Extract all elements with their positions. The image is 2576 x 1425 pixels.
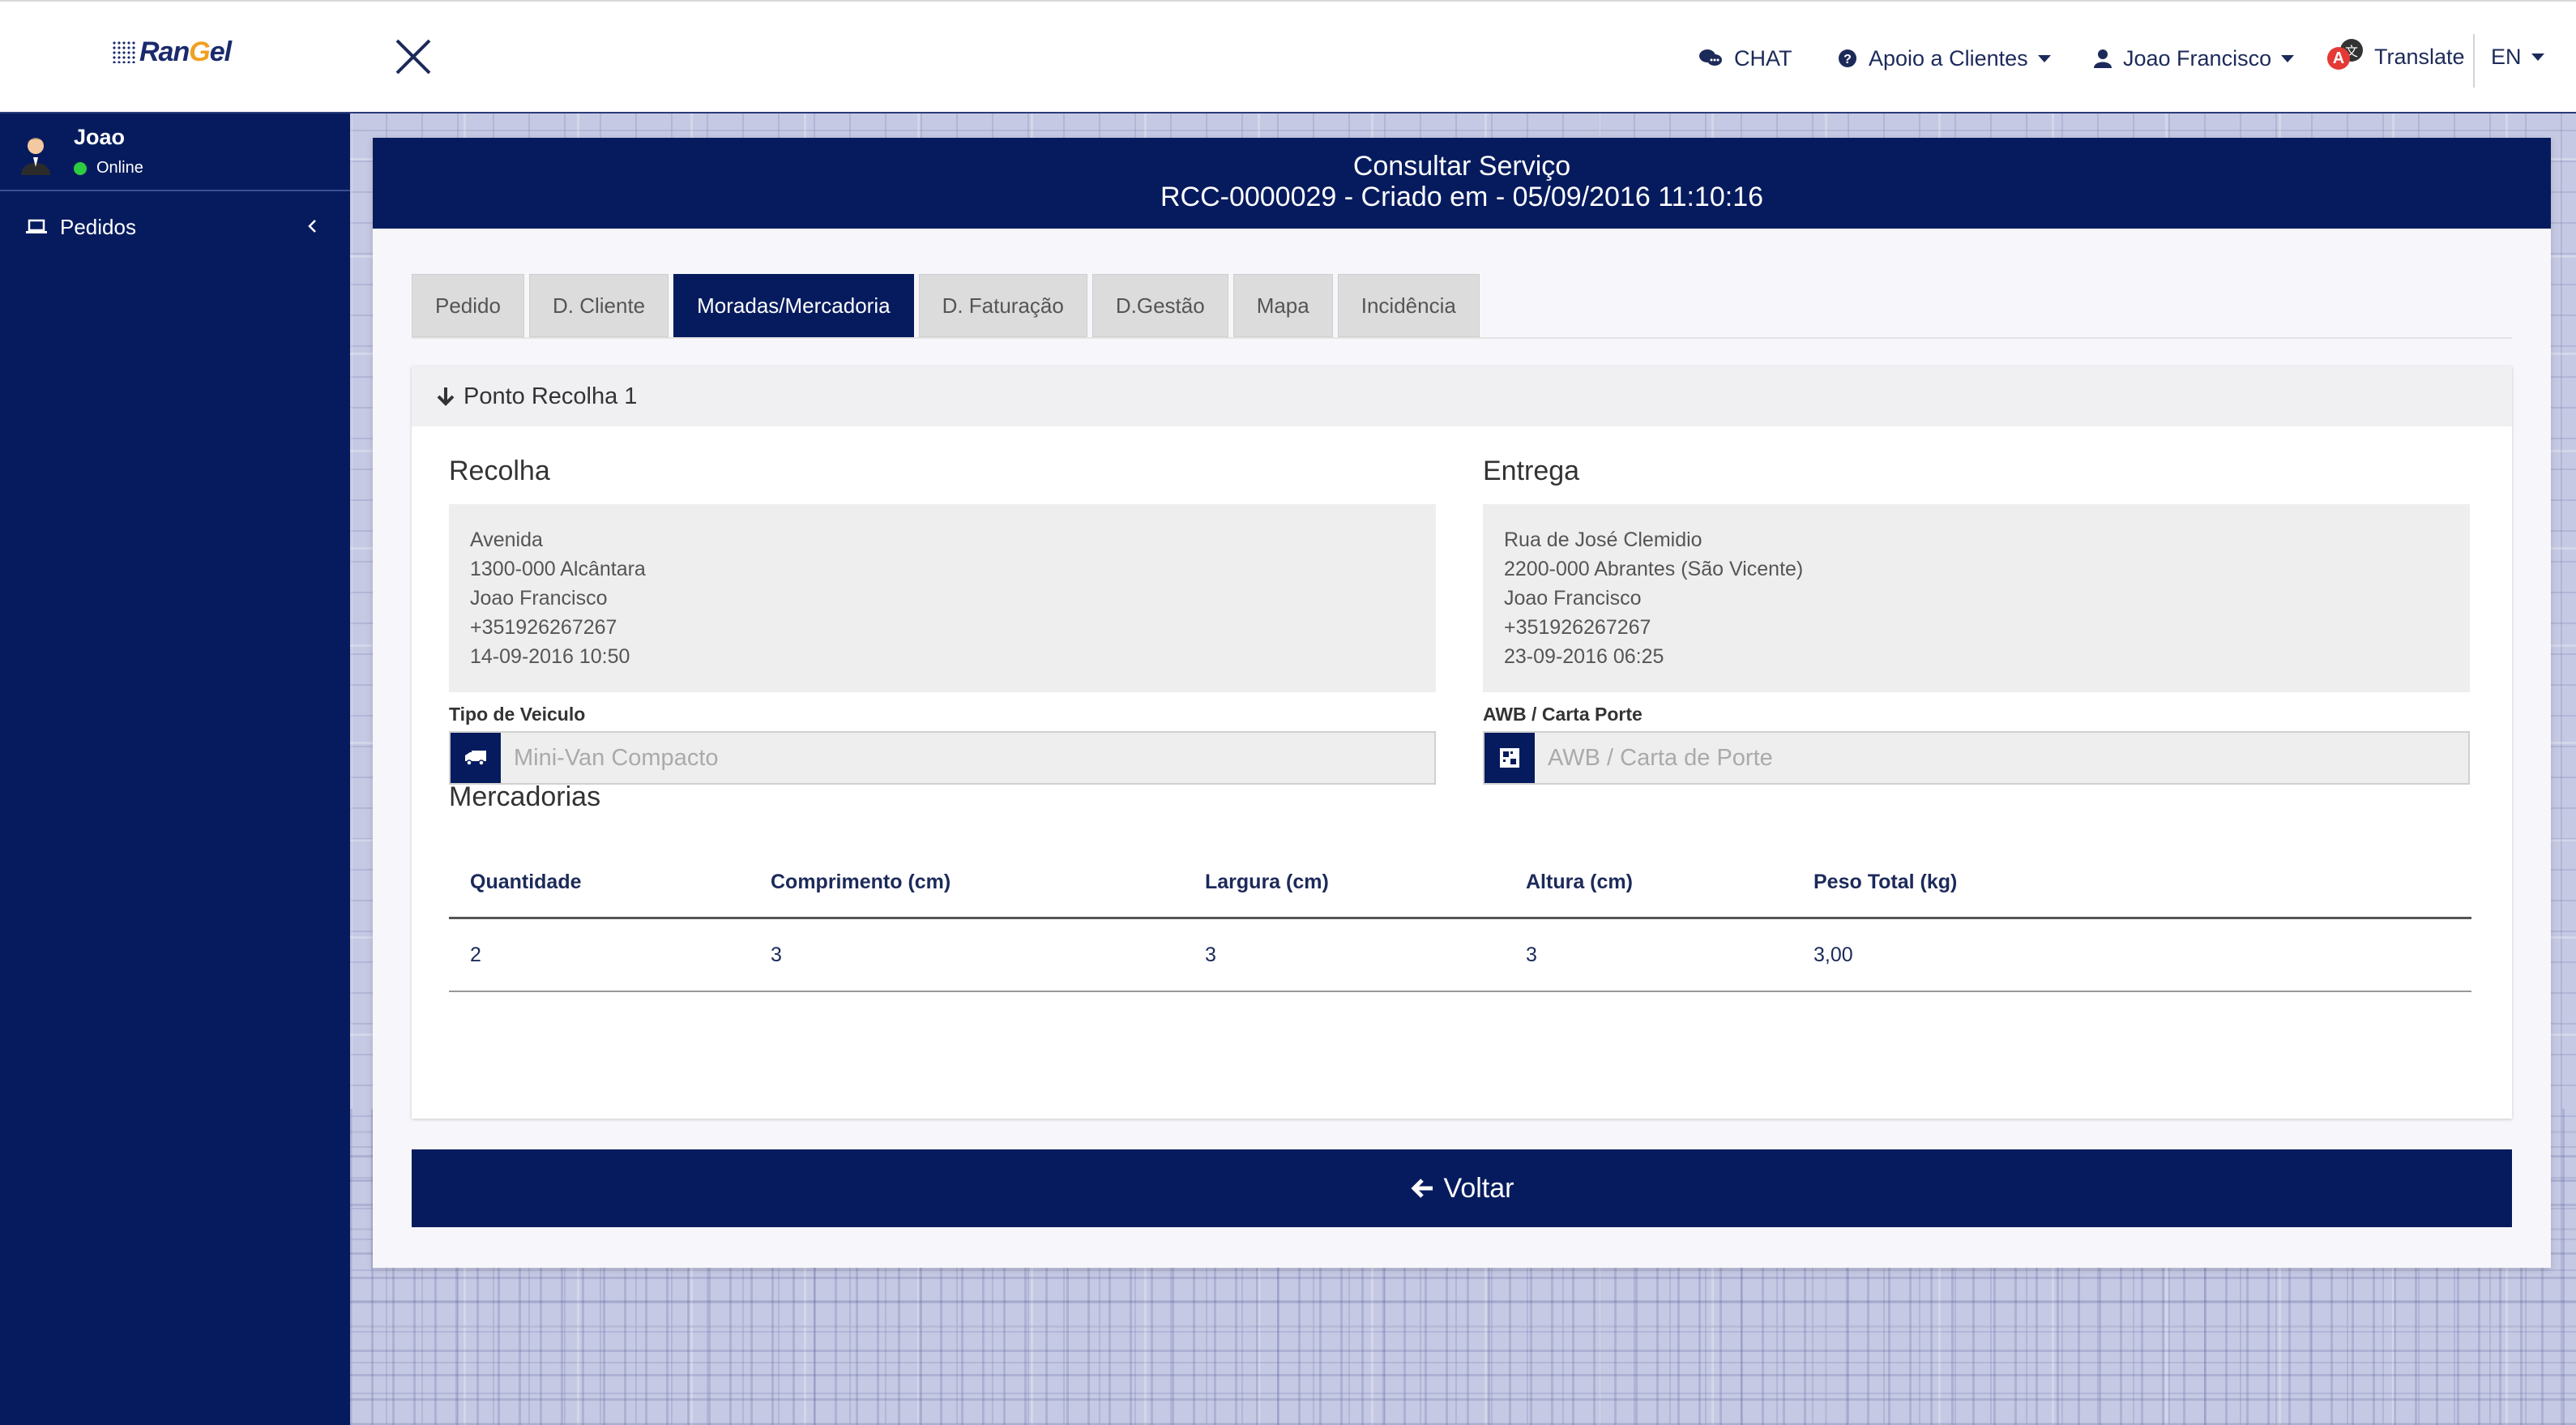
table-cell: 2 <box>470 943 481 966</box>
caret-down-icon <box>2037 54 2051 62</box>
awb-input[interactable] <box>1535 733 2468 783</box>
awb-field <box>1483 731 2470 785</box>
pickup-address-line: Joao Francisco <box>470 587 608 610</box>
page-title: Consultar Serviço <box>1352 151 1571 182</box>
delivery-title: Entrega <box>1483 456 1580 486</box>
panel-header: Consultar Serviço RCC-0000029 - Criado e… <box>373 138 2551 229</box>
pickup-point-title: Ponto Recolha 1 <box>464 383 638 409</box>
language-label: EN <box>2491 44 2522 69</box>
support-label: Apoio a Clientes <box>1869 45 2028 71</box>
pickup-address-line: 14-09-2016 10:50 <box>470 645 630 668</box>
online-status-dot <box>74 161 87 175</box>
sidebar-item-pedidos[interactable]: Pedidos <box>0 204 350 250</box>
goods-table: Quantidade Comprimento (cm) Largura (cm)… <box>449 848 2471 992</box>
chat-icon <box>1699 49 1722 66</box>
pickup-point-card: Ponto Recolha 1 Recolha Avenida 1300-000… <box>412 366 2512 1119</box>
question-circle-icon: ? <box>1839 49 1856 67</box>
back-button[interactable]: Voltar <box>412 1149 2512 1227</box>
language-dropdown[interactable]: EN <box>2491 39 2544 75</box>
chat-label: CHAT <box>1734 45 1792 71</box>
top-bar: RanGel CHAT ? Apoio a Clientes Joao Fran… <box>0 0 2576 113</box>
pickup-point-header[interactable]: Ponto Recolha 1 <box>412 366 2512 426</box>
pickup-address-line: Avenida <box>470 528 543 551</box>
tab-incidencia[interactable]: Incidência <box>1337 274 1480 337</box>
pickup-address: Avenida 1300-000 Alcântara Joao Francisc… <box>449 504 1436 692</box>
vehicle-type-input[interactable] <box>501 733 1434 783</box>
column-header: Quantidade <box>470 871 582 893</box>
awb-label: AWB / Carta Porte <box>1483 704 1643 725</box>
support-dropdown[interactable]: ? Apoio a Clientes <box>1838 41 2051 76</box>
consult-service-panel: Consultar Serviço RCC-0000029 - Criado e… <box>373 138 2551 1268</box>
delivery-address-line: Rua de José Clemidio <box>1504 528 1702 551</box>
user-dropdown[interactable]: Joao Francisco <box>2094 41 2295 76</box>
sidebar: Joao Online Pedidos <box>0 113 350 1425</box>
logo-text: RanGel <box>139 36 232 67</box>
column-header: Altura (cm) <box>1526 871 1633 893</box>
caret-down-icon <box>2531 53 2544 61</box>
delivery-address-line: 2200-000 Abrantes (São Vicente) <box>1504 558 1804 580</box>
delivery-address-line: +351926267267 <box>1504 616 1651 639</box>
translate-button[interactable]: Translate <box>2374 39 2465 75</box>
pickup-address-line: 1300-000 Alcântara <box>470 558 646 580</box>
rangel-logo[interactable]: RanGel <box>112 34 232 70</box>
tab-d-faturacao[interactable]: D. Faturação <box>918 274 1087 337</box>
chevron-left-icon <box>308 220 316 233</box>
table-row: 2 3 3 3 3,00 <box>449 919 2471 992</box>
table-cell: 3,00 <box>1813 943 1853 966</box>
logo-mark-icon <box>112 41 136 63</box>
tab-pedido[interactable]: Pedido <box>412 274 524 337</box>
status-label: Online <box>96 159 143 177</box>
sidebar-user-panel: Joao Online <box>0 113 350 191</box>
language-divider <box>2473 34 2475 88</box>
arrow-left-icon <box>1410 1179 1433 1198</box>
sidebar-user-status: Online <box>74 159 143 178</box>
column-header: Largura (cm) <box>1205 871 1329 893</box>
delivery-address-line: Joao Francisco <box>1504 587 1642 610</box>
tab-d-gestao[interactable]: D.Gestão <box>1091 274 1228 337</box>
delivery-address: Rua de José Clemidio 2200-000 Abrantes (… <box>1483 504 2470 692</box>
column-header: Comprimento (cm) <box>771 871 951 893</box>
vehicle-type-label: Tipo de Veiculo <box>449 704 586 725</box>
column-header: Peso Total (kg) <box>1813 871 1958 893</box>
goods-title: Mercadorias <box>449 781 601 812</box>
table-header-row: Quantidade Comprimento (cm) Largura (cm)… <box>449 848 2471 919</box>
table-cell: 3 <box>1526 943 1537 966</box>
caret-down-icon <box>2281 54 2295 62</box>
tab-moradas-mercadoria[interactable]: Moradas/Mercadoria <box>673 274 914 337</box>
chat-link[interactable]: CHAT <box>1698 41 1792 76</box>
page-subtitle: RCC-0000029 - Criado em - 05/09/2016 11:… <box>1160 182 1764 212</box>
tab-mapa[interactable]: Mapa <box>1232 274 1333 337</box>
pickup-address-line: +351926267267 <box>470 616 617 639</box>
back-button-label: Voltar <box>1443 1172 1514 1204</box>
vehicle-type-field <box>449 731 1436 785</box>
tabs: Pedido D. Cliente Moradas/Mercadoria D. … <box>412 274 1485 337</box>
sidebar-user-name: Joao <box>74 125 126 149</box>
table-cell: 3 <box>771 943 782 966</box>
user-icon <box>2094 49 2112 68</box>
translate-badge: A <box>2327 47 2350 70</box>
truck-icon <box>451 733 501 783</box>
sidebar-item-label: Pedidos <box>60 214 136 239</box>
svg-text:?: ? <box>1843 53 1852 66</box>
close-icon[interactable] <box>391 34 436 79</box>
table-cell: 3 <box>1205 943 1216 966</box>
tab-d-cliente[interactable]: D. Cliente <box>528 274 669 337</box>
pickup-title: Recolha <box>449 456 550 486</box>
qrcode-icon <box>1485 733 1535 783</box>
user-label: Joao Francisco <box>2123 45 2272 71</box>
tab-divider <box>412 337 2512 339</box>
translate-label: Translate <box>2374 44 2465 69</box>
laptop-icon <box>26 219 47 233</box>
avatar <box>21 138 50 175</box>
arrow-down-icon <box>437 387 455 406</box>
delivery-address-line: 23-09-2016 06:25 <box>1504 645 1664 668</box>
